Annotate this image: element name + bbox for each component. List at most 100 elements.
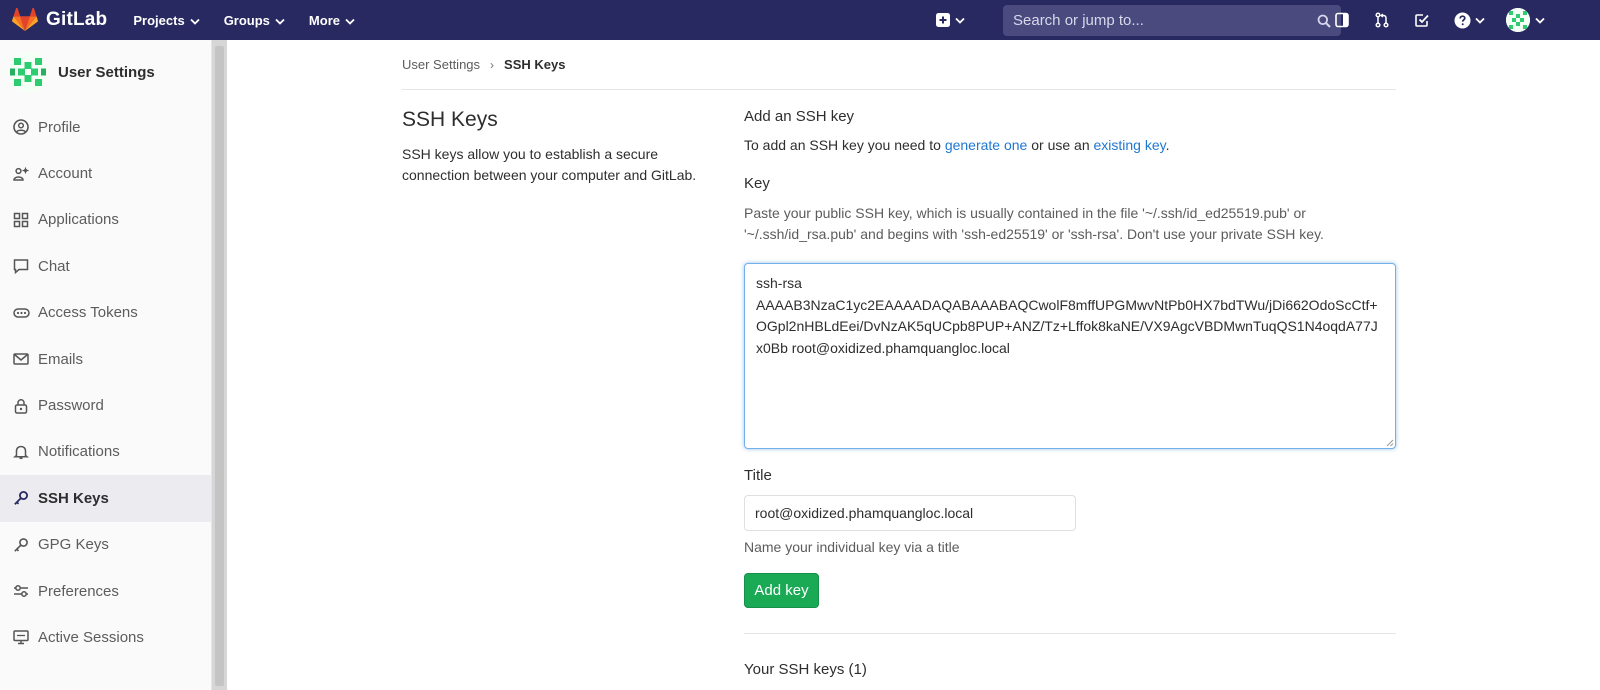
sidebar-item-active-sessions[interactable]: Active Sessions xyxy=(0,614,211,660)
sidebar-item-preferences[interactable]: Preferences xyxy=(0,568,211,614)
key-icon xyxy=(12,489,30,507)
nav-projects-label: Projects xyxy=(133,12,185,28)
plus-square-icon xyxy=(935,13,950,27)
identicon xyxy=(1506,8,1530,32)
nav-projects-dropdown[interactable]: Projects xyxy=(133,12,200,28)
sidebar-item-label: Notifications xyxy=(38,443,120,461)
chevron-down-icon xyxy=(345,13,355,28)
chevron-down-icon xyxy=(190,13,200,28)
breadcrumb-separator: › xyxy=(490,57,495,72)
intro-suffix: . xyxy=(1165,137,1170,153)
sidebar-item-profile[interactable]: Profile xyxy=(0,104,211,150)
breadcrumb: User Settings › SSH Keys xyxy=(402,57,565,72)
key-textarea[interactable]: ssh-rsa AAAAB3NzaC1yc2EAAAADAQABAAABAQCw… xyxy=(744,263,1396,449)
merge-requests-button[interactable] xyxy=(1372,10,1392,30)
sidebar-item-label: Emails xyxy=(38,350,84,368)
key-label: Key xyxy=(744,175,770,192)
sidebar-item-label: Profile xyxy=(38,118,81,136)
nav-more-label: More xyxy=(308,12,340,28)
resize-grip-icon[interactable] xyxy=(1384,437,1394,447)
sidebar-scrollbar[interactable] xyxy=(212,40,227,690)
chevron-down-icon xyxy=(954,17,965,24)
sidebar-item-label: Access Tokens xyxy=(38,304,138,322)
nav-menu: Projects Groups More xyxy=(133,13,379,28)
search-box[interactable] xyxy=(1003,5,1341,36)
your-ssh-keys-heading: Your SSH keys (1) xyxy=(744,661,867,678)
todos-button[interactable] xyxy=(1412,10,1432,30)
chat-icon xyxy=(12,257,30,275)
sidebar-toggle-icon xyxy=(1335,12,1349,28)
bell-icon xyxy=(12,443,30,461)
emails-icon xyxy=(12,350,30,368)
nav-more-dropdown[interactable]: More xyxy=(309,13,355,28)
sidebar-item-label: Preferences xyxy=(38,582,119,600)
existing-key-link[interactable]: existing key xyxy=(1094,137,1166,153)
sidebar-item-label: Password xyxy=(38,397,104,415)
gitlab-home-link[interactable]: GitLab xyxy=(12,0,107,40)
search-icon xyxy=(1317,14,1331,28)
sidebar-item-emails[interactable]: Emails xyxy=(0,336,211,382)
access-tokens-icon xyxy=(12,304,30,322)
scrollbar-thumb[interactable] xyxy=(215,46,224,686)
page-description: SSH keys allow you to establish a secure… xyxy=(402,146,697,183)
sidebar-item-label: Chat xyxy=(38,257,70,275)
sidebar-item-label: Applications xyxy=(38,211,119,229)
top-navbar: GitLab Projects Groups More xyxy=(0,0,1600,40)
key-help-text: Paste your public SSH key, which is usua… xyxy=(744,205,1324,242)
title-input[interactable] xyxy=(744,495,1076,531)
merge-request-icon xyxy=(1375,12,1389,28)
form-intro: To add an SSH key you need to generate o… xyxy=(744,137,1170,153)
todo-check-icon xyxy=(1415,14,1429,27)
nav-groups-label: Groups xyxy=(223,12,270,28)
gitlab-logo-icon xyxy=(12,8,38,31)
sidebar-item-label: SSH Keys xyxy=(38,489,109,507)
sidebar-item-chat[interactable]: Chat xyxy=(0,243,211,289)
search-input[interactable] xyxy=(1013,12,1317,29)
form-heading: Add an SSH key xyxy=(744,108,855,125)
new-item-dropdown[interactable] xyxy=(933,10,967,30)
sidebar-item-gpg-keys[interactable]: GPG Keys xyxy=(0,522,211,568)
intro-middle: or use an xyxy=(1027,137,1094,153)
breadcrumb-user-settings[interactable]: User Settings xyxy=(402,57,480,72)
page-title: SSH Keys xyxy=(402,108,498,131)
profile-icon xyxy=(12,118,30,136)
intro-prefix: To add an SSH key you need to xyxy=(744,137,945,153)
title-label: Title xyxy=(744,467,772,484)
divider xyxy=(402,89,1396,90)
chevron-down-icon xyxy=(275,13,285,28)
add-key-button[interactable]: Add key xyxy=(744,573,819,608)
sidebar-title: User Settings xyxy=(58,63,155,81)
sidebar-item-password[interactable]: Password xyxy=(0,382,211,428)
sidebar-item-access-tokens[interactable]: Access Tokens xyxy=(0,290,211,336)
user-avatar[interactable] xyxy=(1506,8,1530,32)
title-help-text: Name your individual key via a title xyxy=(744,539,960,555)
monitor-icon xyxy=(12,628,30,646)
settings-sidebar: User Settings Profile Account Applicatio… xyxy=(0,40,212,690)
preferences-icon xyxy=(12,582,30,600)
chevron-down-icon xyxy=(1474,17,1485,24)
sidebar-toggle-button[interactable] xyxy=(1332,10,1352,30)
account-icon xyxy=(12,165,30,183)
brand-name: GitLab xyxy=(46,9,108,30)
sidebar-item-applications[interactable]: Applications xyxy=(0,197,211,243)
settings-intro: SSH Keys SSH keys allow you to establish… xyxy=(402,108,722,186)
sidebar-item-label: Account xyxy=(38,165,93,183)
sidebar-avatar xyxy=(8,52,48,92)
generate-one-link[interactable]: generate one xyxy=(945,137,1028,153)
sidebar-item-account[interactable]: Account xyxy=(0,150,211,196)
help-dropdown[interactable] xyxy=(1451,10,1487,30)
divider xyxy=(744,633,1396,634)
applications-icon xyxy=(12,211,30,229)
lock-icon xyxy=(12,397,30,415)
nav-groups-dropdown[interactable]: Groups xyxy=(224,13,285,28)
breadcrumb-ssh-keys[interactable]: SSH Keys xyxy=(504,57,565,72)
identicon xyxy=(8,52,48,92)
key-icon xyxy=(12,536,30,554)
sidebar-item-label: Active Sessions xyxy=(38,628,144,646)
sidebar-item-label: GPG Keys xyxy=(38,536,109,554)
sidebar-header[interactable]: User Settings xyxy=(0,40,211,104)
help-icon xyxy=(1454,12,1470,28)
sidebar-item-notifications[interactable]: Notifications xyxy=(0,429,211,475)
sidebar-item-ssh-keys[interactable]: SSH Keys xyxy=(0,475,211,522)
chevron-down-icon[interactable] xyxy=(1535,17,1545,24)
